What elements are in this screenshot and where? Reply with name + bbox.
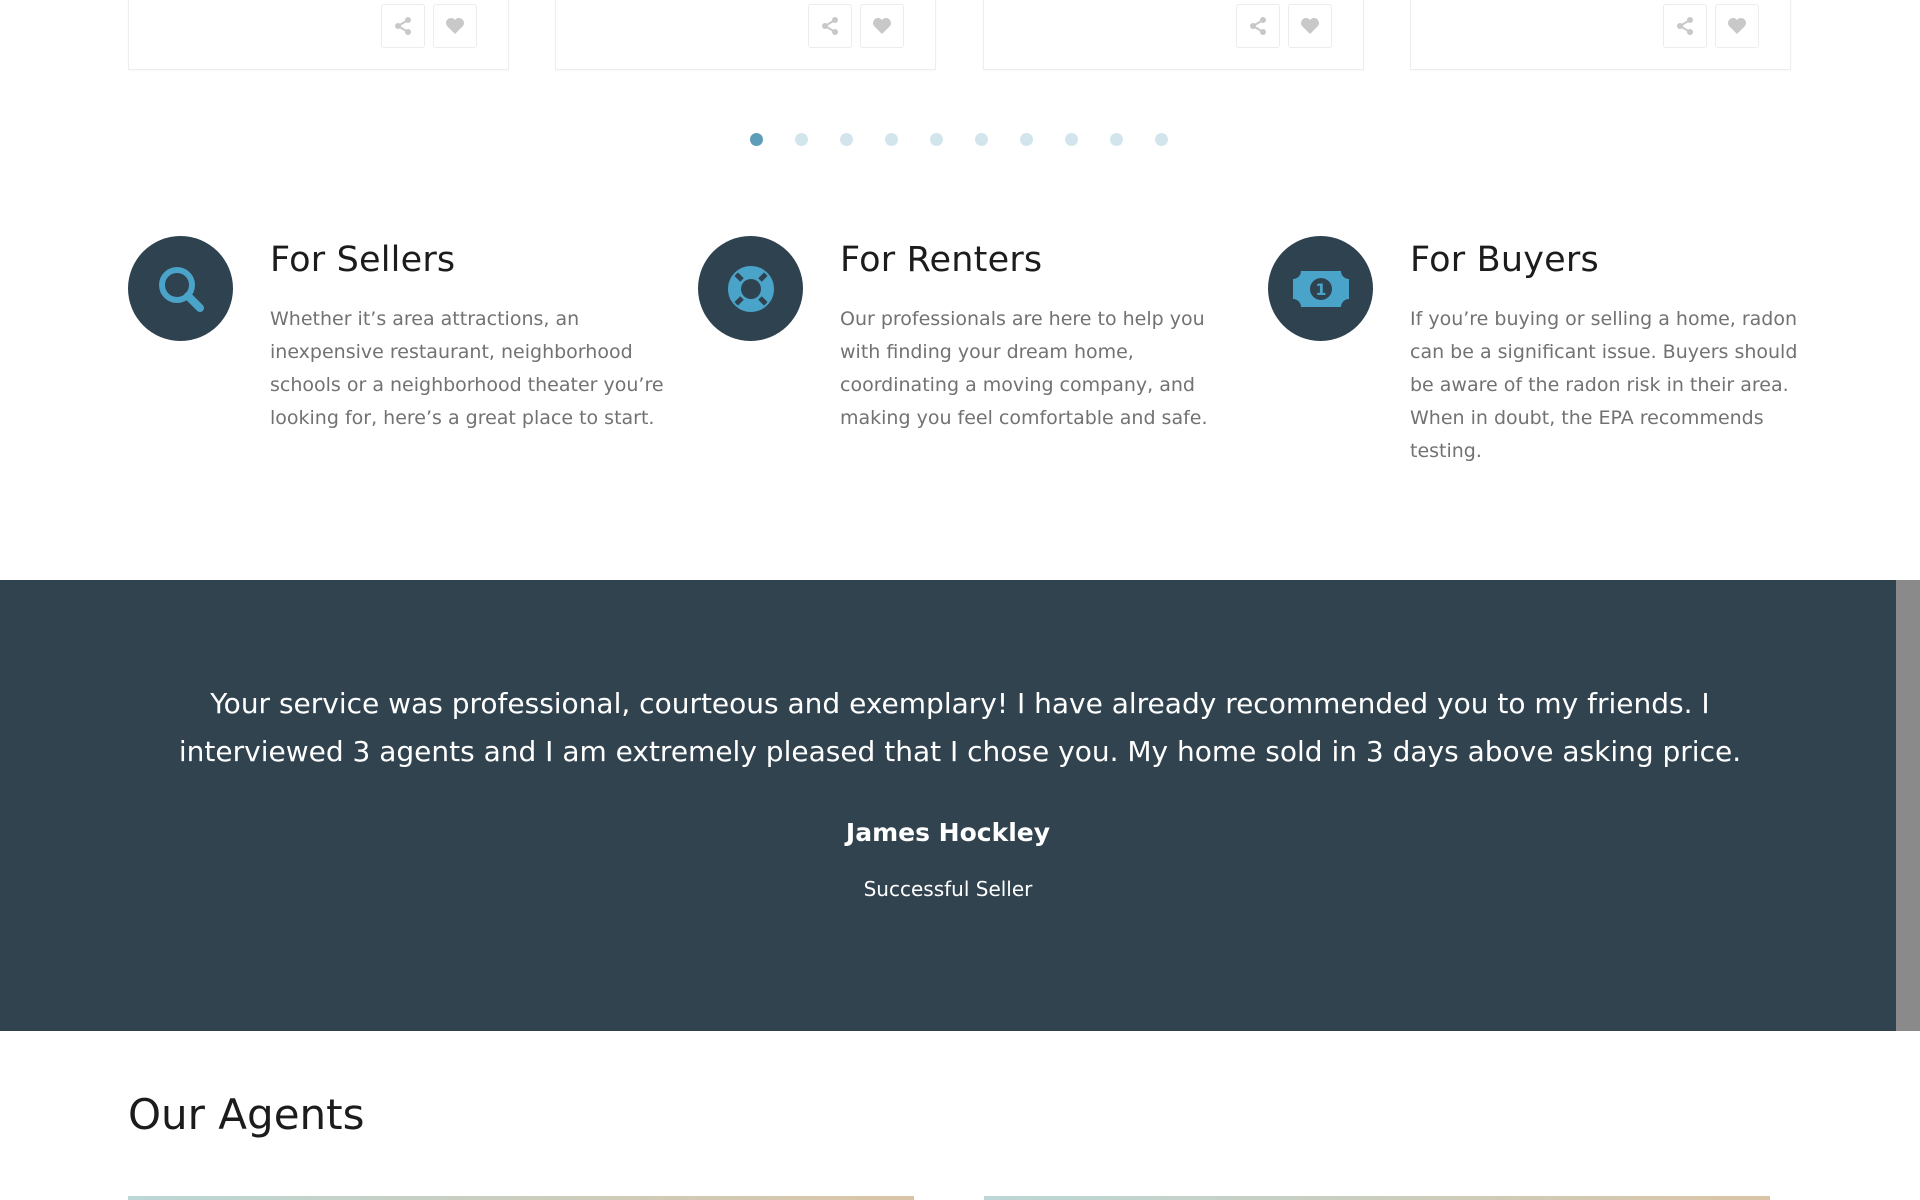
- carousel-dot[interactable]: [1155, 133, 1168, 146]
- carousel-dot[interactable]: [975, 133, 988, 146]
- svg-text:1: 1: [1315, 280, 1326, 299]
- share-button[interactable]: [1236, 4, 1280, 48]
- share-icon: [395, 17, 411, 35]
- feature-badge: [128, 236, 233, 341]
- section-title-our-agents: Our Agents: [128, 1090, 365, 1139]
- feature-description: Whether it’s area attractions, an inexpe…: [270, 308, 664, 429]
- search-icon: [158, 266, 204, 312]
- heart-icon: [1728, 18, 1746, 34]
- testimonial-role: Successful Seller: [863, 877, 1033, 901]
- carousel-dot[interactable]: [930, 133, 943, 146]
- testimonial-section: Your service was professional, courteous…: [0, 580, 1896, 1031]
- feature-title: For Renters: [840, 240, 1043, 280]
- property-card[interactable]: [983, 0, 1364, 70]
- carousel-dot[interactable]: [795, 133, 808, 146]
- property-card[interactable]: [128, 0, 509, 70]
- agent-card[interactable]: [984, 1196, 1770, 1200]
- feature-title: For Sellers: [270, 240, 456, 280]
- heart-icon: [873, 18, 891, 34]
- feature-badge: [698, 236, 803, 341]
- carousel-dot[interactable]: [750, 133, 763, 146]
- carousel-dot[interactable]: [1020, 133, 1033, 146]
- life-ring-icon: [727, 265, 774, 312]
- favorite-button[interactable]: [1288, 4, 1332, 48]
- carousel-dot[interactable]: [840, 133, 853, 146]
- share-button[interactable]: [808, 4, 852, 48]
- property-cards-strip: [0, 0, 1920, 72]
- share-icon: [1250, 17, 1266, 35]
- testimonial-author: James Hockley: [845, 818, 1051, 847]
- share-button[interactable]: [1663, 4, 1707, 48]
- property-card[interactable]: [1410, 0, 1791, 70]
- property-card[interactable]: [555, 0, 936, 70]
- share-button[interactable]: [381, 4, 425, 48]
- money-bill-icon: 1: [1292, 270, 1349, 307]
- testimonial-quote: Your service was professional, courteous…: [178, 687, 1742, 768]
- carousel-dot[interactable]: [1110, 133, 1123, 146]
- agent-card[interactable]: [128, 1196, 914, 1200]
- favorite-button[interactable]: [860, 4, 904, 48]
- carousel-dot[interactable]: [1065, 133, 1078, 146]
- favorite-button[interactable]: [433, 4, 477, 48]
- favorite-button[interactable]: [1715, 4, 1759, 48]
- share-icon: [822, 17, 838, 35]
- feature-badge: 1: [1268, 236, 1373, 341]
- scrollbar[interactable]: [1896, 580, 1920, 1031]
- share-icon: [1677, 17, 1693, 35]
- heart-icon: [1301, 18, 1319, 34]
- feature-title: For Buyers: [1410, 240, 1599, 280]
- carousel-dot[interactable]: [885, 133, 898, 146]
- heart-icon: [446, 18, 464, 34]
- feature-description: Our professionals are here to help you w…: [840, 308, 1208, 429]
- feature-description: If you’re buying or selling a home, rado…: [1410, 308, 1798, 462]
